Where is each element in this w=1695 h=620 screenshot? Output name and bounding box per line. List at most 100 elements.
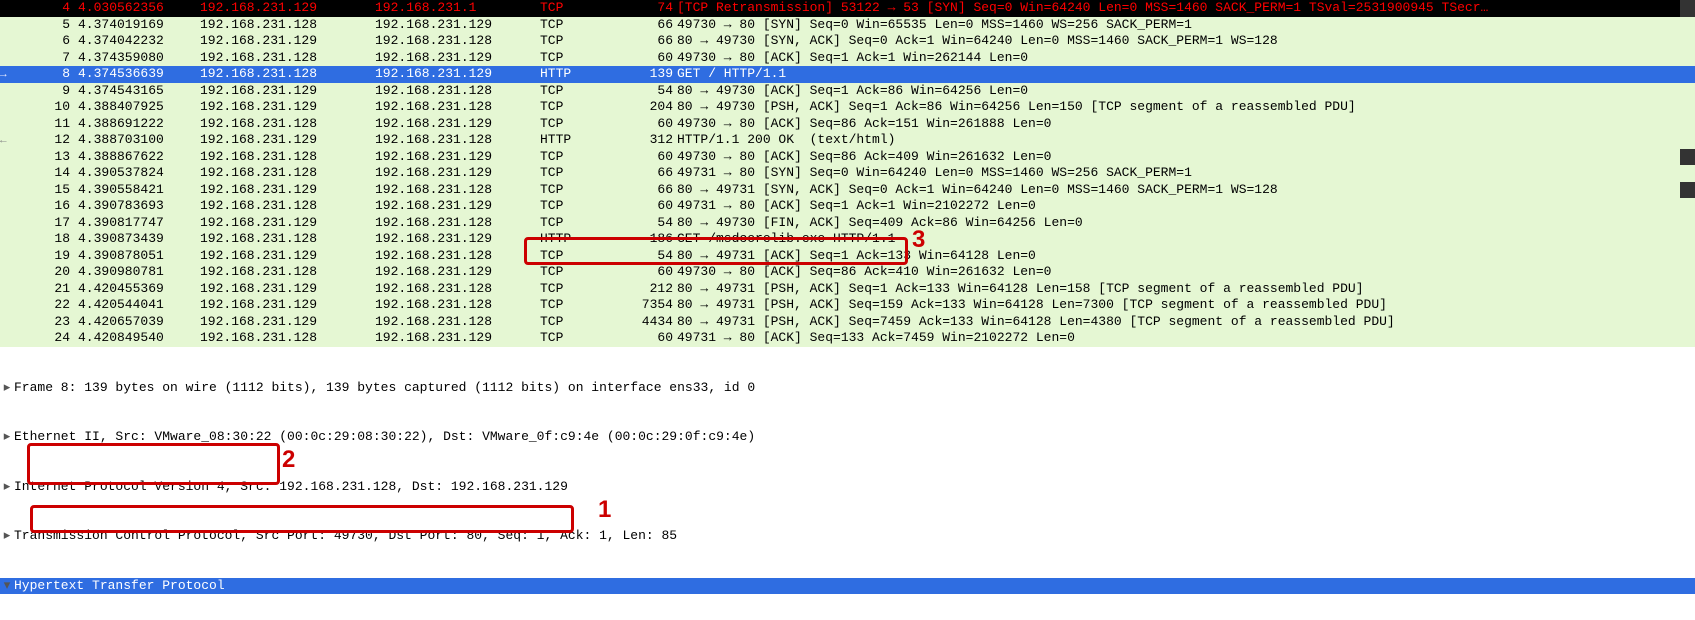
col-no: 12 — [20, 132, 78, 149]
col-expander-col — [0, 231, 20, 248]
col-time: 4.388867622 — [78, 149, 200, 166]
packet-row[interactable]: 144.390537824192.168.231.128192.168.231.… — [0, 165, 1695, 182]
frame-summary: Frame 8: 139 bytes on wire (1112 bits), … — [14, 380, 755, 397]
col-proto: TCP — [540, 149, 628, 166]
col-proto: HTTP — [540, 231, 628, 248]
packet-row[interactable]: 224.420544041192.168.231.129192.168.231.… — [0, 297, 1695, 314]
packet-row[interactable]: 94.374543165192.168.231.129192.168.231.1… — [0, 83, 1695, 100]
packet-row[interactable]: 174.390817747192.168.231.129192.168.231.… — [0, 215, 1695, 232]
col-info: GET /msdcorelib.exe HTTP/1.1 — [673, 231, 1695, 248]
tcp-summary: Transmission Control Protocol, Src Port:… — [14, 528, 677, 545]
packet-row[interactable]: 204.390980781192.168.231.128192.168.231.… — [0, 264, 1695, 281]
col-no: 6 — [20, 33, 78, 50]
col-expander-col — [0, 149, 20, 166]
col-proto: TCP — [540, 165, 628, 182]
collapse-icon[interactable]: ▾ — [0, 578, 14, 595]
packet-row[interactable]: 244.420849540192.168.231.128192.168.231.… — [0, 330, 1695, 347]
tree-item-tcp[interactable]: ▸ Transmission Control Protocol, Src Por… — [0, 528, 1695, 545]
col-expander-col — [0, 83, 20, 100]
col-dst: 192.168.231.129 — [375, 66, 540, 83]
expand-icon[interactable]: ▸ — [0, 380, 14, 397]
col-src: 192.168.231.129 — [200, 99, 375, 116]
packet-row[interactable]: 44.030562356192.168.231.129192.168.231.1… — [0, 0, 1695, 17]
col-dst: 192.168.231.129 — [375, 50, 540, 67]
col-dst: 192.168.231.129 — [375, 198, 540, 215]
col-proto: TCP — [540, 215, 628, 232]
col-dst: 192.168.231.128 — [375, 215, 540, 232]
packet-row[interactable]: 104.388407925192.168.231.129192.168.231.… — [0, 99, 1695, 116]
col-len: 4434 — [628, 314, 673, 331]
packet-row[interactable]: 214.420455369192.168.231.129192.168.231.… — [0, 281, 1695, 298]
col-no: 18 — [20, 231, 78, 248]
col-time: 4.390817747 — [78, 215, 200, 232]
packet-row[interactable]: 114.388691222192.168.231.128192.168.231.… — [0, 116, 1695, 133]
col-len: 7354 — [628, 297, 673, 314]
packet-row[interactable]: 154.390558421192.168.231.129192.168.231.… — [0, 182, 1695, 199]
packet-row[interactable]: 54.374019169192.168.231.128192.168.231.1… — [0, 17, 1695, 34]
col-proto: TCP — [540, 116, 628, 133]
tree-item-http[interactable]: ▾ Hypertext Transfer Protocol — [0, 578, 1695, 595]
col-expander-col — [0, 248, 20, 265]
col-proto: TCP — [540, 198, 628, 215]
col-dst: 192.168.231.128 — [375, 99, 540, 116]
col-proto: HTTP — [540, 66, 628, 83]
col-info: 49730 → 80 [SYN] Seq=0 Win=65535 Len=0 M… — [673, 17, 1695, 34]
col-info: GET / HTTP/1.1 — [673, 66, 1695, 83]
packet-details-pane[interactable]: ▸ Frame 8: 139 bytes on wire (1112 bits)… — [0, 347, 1695, 620]
col-info: 49730 → 80 [ACK] Seq=86 Ack=151 Win=2618… — [673, 116, 1695, 133]
packet-row[interactable]: ←124.388703100192.168.231.129192.168.231… — [0, 132, 1695, 149]
col-proto: TCP — [540, 0, 628, 17]
col-dst: 192.168.231.128 — [375, 297, 540, 314]
ethernet-summary: Ethernet II, Src: VMware_08:30:22 (00:0c… — [14, 429, 755, 446]
packet-row[interactable]: 194.390878051192.168.231.129192.168.231.… — [0, 248, 1695, 265]
expand-icon[interactable]: ▸ — [0, 429, 14, 446]
col-src: 192.168.231.129 — [200, 248, 375, 265]
col-no: 23 — [20, 314, 78, 331]
col-time: 4.420657039 — [78, 314, 200, 331]
col-dst: 192.168.231.129 — [375, 149, 540, 166]
col-time: 4.420455369 — [78, 281, 200, 298]
packet-row[interactable]: 234.420657039192.168.231.129192.168.231.… — [0, 314, 1695, 331]
expand-icon[interactable]: ▸ — [0, 479, 14, 496]
tree-item-ip[interactable]: ▸ Internet Protocol Version 4, Src: 192.… — [0, 479, 1695, 496]
col-expander-col — [0, 314, 20, 331]
col-src: 192.168.231.129 — [200, 182, 375, 199]
col-time: 4.390558421 — [78, 182, 200, 199]
packet-row[interactable]: 134.388867622192.168.231.128192.168.231.… — [0, 149, 1695, 166]
col-time: 4.388407925 — [78, 99, 200, 116]
packet-row[interactable]: 74.374359080192.168.231.128192.168.231.1… — [0, 50, 1695, 67]
col-expander-col — [0, 99, 20, 116]
ip-summary: Internet Protocol Version 4, Src: 192.16… — [14, 479, 568, 496]
col-time: 4.388691222 — [78, 116, 200, 133]
packet-row[interactable]: →84.374536639192.168.231.128192.168.231.… — [0, 66, 1695, 83]
col-time: 4.374042232 — [78, 33, 200, 50]
col-dst: 192.168.231.128 — [375, 314, 540, 331]
col-src: 192.168.231.128 — [200, 198, 375, 215]
col-len: 66 — [628, 182, 673, 199]
col-proto: TCP — [540, 297, 628, 314]
packet-row[interactable]: 164.390783693192.168.231.128192.168.231.… — [0, 198, 1695, 215]
col-expander-col — [0, 116, 20, 133]
col-src: 192.168.231.129 — [200, 33, 375, 50]
packet-row[interactable]: 184.390873439192.168.231.128192.168.231.… — [0, 231, 1695, 248]
col-len: 54 — [628, 215, 673, 232]
col-time: 4.420849540 — [78, 330, 200, 347]
packet-row[interactable]: 64.374042232192.168.231.129192.168.231.1… — [0, 33, 1695, 50]
col-expander-col — [0, 281, 20, 298]
tree-item-ethernet[interactable]: ▸ Ethernet II, Src: VMware_08:30:22 (00:… — [0, 429, 1695, 446]
col-expander-col — [0, 0, 20, 17]
col-no: 16 — [20, 198, 78, 215]
col-info: 80 → 49731 [SYN, ACK] Seq=0 Ack=1 Win=64… — [673, 182, 1695, 199]
col-info: 80 → 49731 [ACK] Seq=1 Ack=133 Win=64128… — [673, 248, 1695, 265]
col-len: 312 — [628, 132, 673, 149]
packet-list[interactable]: 44.030562356192.168.231.129192.168.231.1… — [0, 0, 1695, 347]
expand-icon[interactable]: ▸ — [0, 528, 14, 545]
minimap-strip[interactable] — [1680, 0, 1695, 347]
col-len: 60 — [628, 116, 673, 133]
col-time: 4.390878051 — [78, 248, 200, 265]
col-src: 192.168.231.128 — [200, 50, 375, 67]
col-src: 192.168.231.128 — [200, 264, 375, 281]
col-info: 80 → 49731 [PSH, ACK] Seq=159 Ack=133 Wi… — [673, 297, 1695, 314]
col-no: 5 — [20, 17, 78, 34]
tree-item-frame[interactable]: ▸ Frame 8: 139 bytes on wire (1112 bits)… — [0, 380, 1695, 397]
